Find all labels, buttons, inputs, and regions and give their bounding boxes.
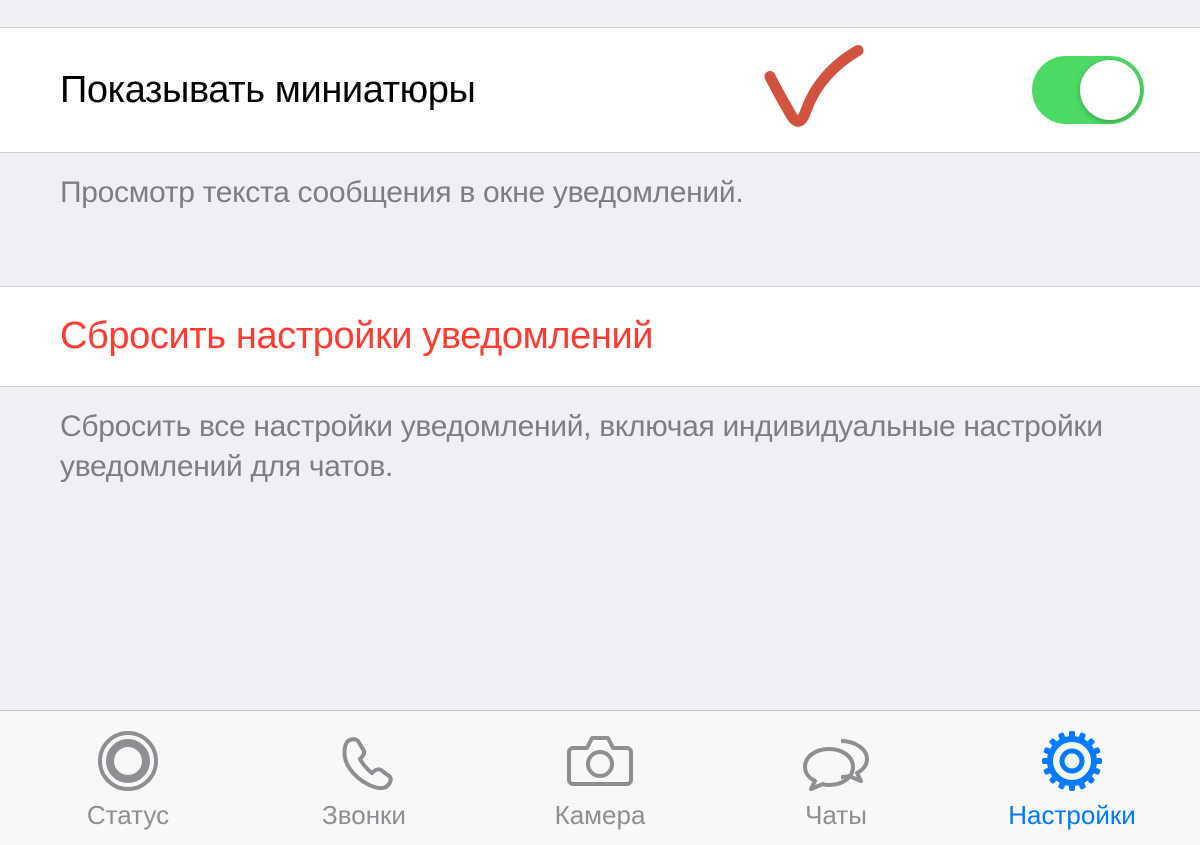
tab-status[interactable]: Статус	[10, 726, 246, 831]
show-thumbnails-footer: Просмотр текста сообщения в окне уведомл…	[0, 153, 1200, 244]
settings-scroll[interactable]: Показывать миниатюры Просмотр текста соо…	[0, 0, 1200, 710]
tab-camera[interactable]: Камера	[482, 726, 718, 831]
tab-bar: Статус Звонки Камера Чаты	[0, 710, 1200, 845]
show-thumbnails-row[interactable]: Показывать миниатюры	[0, 28, 1200, 153]
tab-calls[interactable]: Звонки	[246, 726, 482, 831]
camera-icon	[565, 726, 635, 796]
reset-notifications-label: Сбросить настройки уведомлений	[60, 315, 653, 358]
chats-icon	[801, 726, 871, 796]
tab-status-label: Статус	[87, 800, 169, 831]
show-thumbnails-label: Показывать миниатюры	[60, 69, 475, 112]
tab-chats[interactable]: Чаты	[718, 726, 954, 831]
tab-calls-label: Звонки	[322, 800, 406, 831]
reset-notifications-footer: Сбросить все настройки уведомлений, вклю…	[0, 387, 1200, 518]
status-icon	[93, 726, 163, 796]
settings-icon	[1037, 726, 1107, 796]
checkmark-annotation-icon	[760, 43, 870, 138]
tab-chats-label: Чаты	[805, 800, 867, 831]
show-thumbnails-toggle[interactable]	[1032, 56, 1144, 124]
section-gap	[0, 244, 1200, 286]
tab-camera-label: Камера	[555, 800, 646, 831]
reset-notifications-row[interactable]: Сбросить настройки уведомлений	[0, 286, 1200, 387]
tab-settings[interactable]: Настройки	[954, 726, 1190, 831]
tab-settings-label: Настройки	[1008, 800, 1136, 831]
calls-icon	[329, 726, 399, 796]
top-spacer	[0, 0, 1200, 28]
toggle-thumb	[1080, 60, 1140, 120]
